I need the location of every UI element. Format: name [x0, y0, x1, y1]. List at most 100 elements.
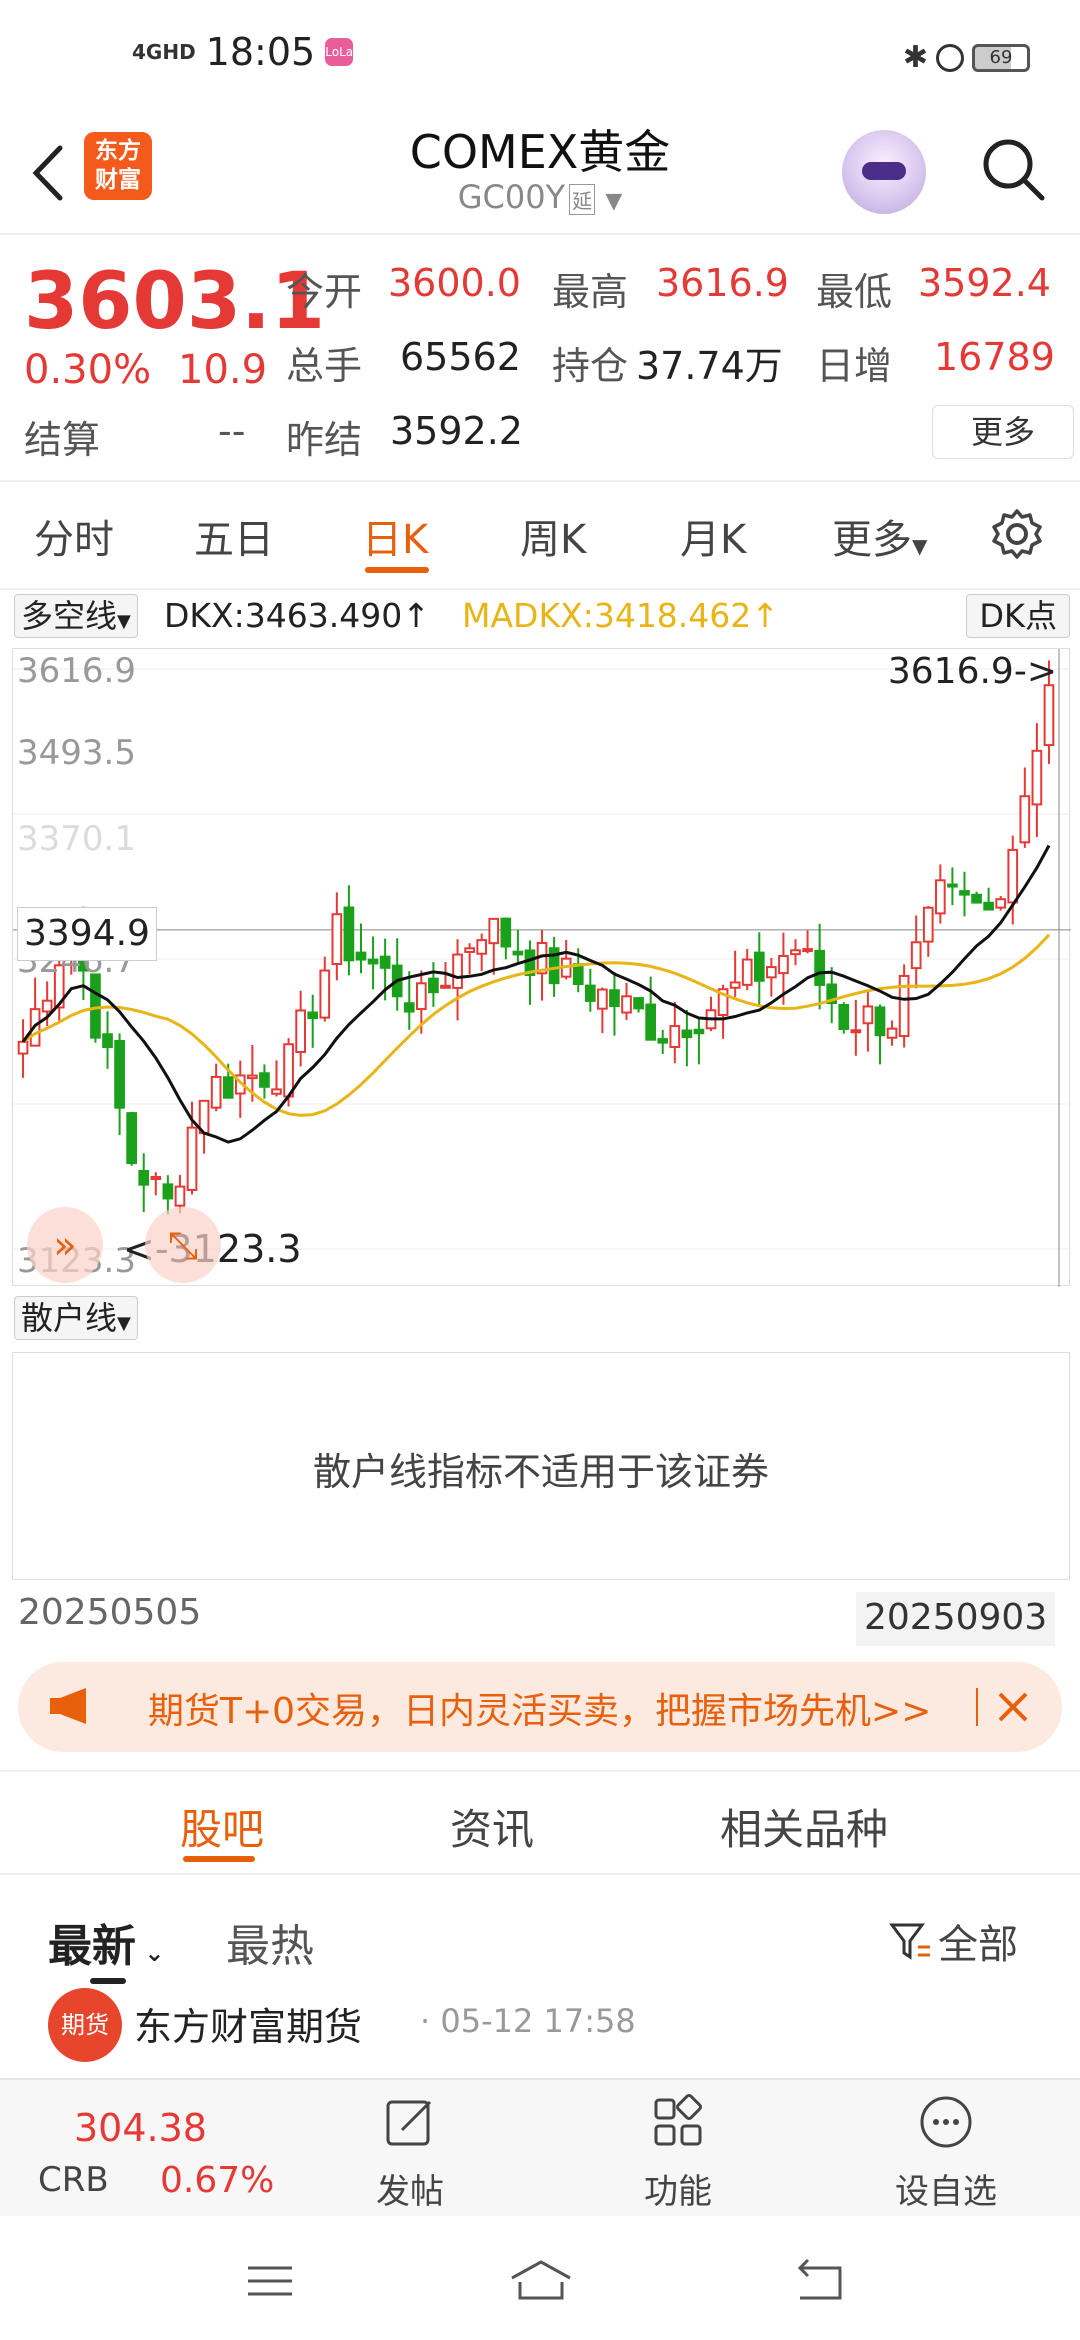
menu-icon[interactable] — [240, 2256, 300, 2306]
promo-banner[interactable]: 期货T+0交易，日内灵活买卖，把握市场先机>> — [18, 1662, 1062, 1752]
candle-body — [995, 898, 1007, 909]
bottom-toolbar: 304.38 CRB 0.67% 发帖 功能 设自选 — [0, 2078, 1080, 2216]
more-quote-button[interactable]: 更多 — [932, 405, 1074, 459]
candle-body — [657, 1038, 669, 1044]
candle-body — [440, 984, 451, 989]
kline-chart[interactable]: 3616.9 3493.5 3370.1 3246.7 3123.3 3394.… — [12, 648, 1071, 1287]
filter-label: 全部 — [938, 1922, 1018, 1968]
expand-double-arrow-icon[interactable]: » — [27, 1207, 103, 1283]
tab-weekly-k[interactable]: 周K — [520, 507, 586, 565]
prev-settle-value: 3592.2 — [390, 409, 523, 453]
megaphone-icon — [50, 1688, 86, 1724]
candle-body — [814, 949, 825, 986]
tab-more-label: 更多 — [832, 517, 912, 563]
status-bar: 4GHD 18:05 LoLa ✱ 69 — [0, 0, 1080, 110]
start-date: 20250505 — [18, 1592, 202, 1633]
candle-body — [259, 1072, 270, 1088]
author-avatar[interactable]: 期货 — [48, 1988, 122, 2062]
oi-label: 持仓 — [552, 344, 629, 388]
candle-body — [138, 1169, 150, 1186]
tab-five-day[interactable]: 五日 — [194, 507, 274, 565]
y-axis-label: 3616.9 — [17, 651, 136, 691]
sort-hot[interactable]: 最热 — [226, 1910, 314, 1974]
watchlist-button-label: 设自选 — [895, 2172, 997, 2212]
oi-value: 37.74万 — [636, 344, 783, 388]
battery-icon: 69 — [972, 43, 1030, 72]
more-dots-icon — [920, 2096, 972, 2148]
madkx-line — [22, 933, 1051, 1117]
candle-body — [222, 1076, 234, 1099]
retail-line-selector[interactable]: 散户线▼ — [14, 1296, 138, 1340]
back-nav-icon[interactable] — [790, 2256, 850, 2306]
crosshair-price-label: 3394.9 — [17, 907, 157, 961]
candle-body — [307, 1011, 319, 1020]
post-button-label: 发帖 — [376, 2172, 444, 2212]
candle-body — [150, 1175, 162, 1181]
candle-body — [102, 1033, 113, 1049]
volume-value: 65562 — [400, 335, 521, 379]
indicator-selector[interactable]: 多空线▼ — [14, 594, 138, 638]
tab-monthly-k[interactable]: 月K — [680, 507, 746, 565]
candle-body — [778, 954, 789, 975]
dk-point-button[interactable]: DK点 — [966, 594, 1070, 638]
contract-code-text: GC00Y — [457, 178, 566, 216]
candle-body — [452, 953, 463, 989]
candle-body — [693, 1028, 705, 1035]
author-name[interactable]: 东方财富期货 — [134, 1996, 362, 2051]
candle-body — [729, 981, 741, 989]
settle-value: -- — [218, 409, 246, 453]
candle-body — [947, 883, 958, 888]
candle-body — [126, 1112, 138, 1165]
madkx-value: MADKX:3418.462↑ — [462, 596, 779, 635]
post-item[interactable]: 期货 东方财富期货 · 05-12 17:58 — [0, 1968, 1080, 2078]
function-button[interactable]: 功能 — [608, 2094, 748, 2213]
tab-related[interactable]: 相关品种 — [720, 1796, 888, 1857]
candle-body — [572, 963, 584, 985]
last-price: 3603.1 — [24, 257, 325, 347]
caret-down-icon: ▼ — [117, 1313, 131, 1334]
candle-body — [862, 1005, 874, 1025]
post-button[interactable]: 发帖 — [340, 2094, 480, 2213]
home-icon[interactable] — [506, 2256, 576, 2306]
close-icon[interactable] — [988, 1682, 1038, 1732]
gear-icon[interactable] — [990, 507, 1044, 561]
daily-inc-value: 16789 — [934, 335, 1055, 379]
candle-body — [1043, 684, 1055, 747]
indicator-row: 多空线▼ DKX:3463.490↑ MADKX:3418.462↑ DK点 — [14, 594, 1070, 644]
tab-timeshare[interactable]: 分时 — [34, 507, 114, 565]
tab-daily-k[interactable]: 日K — [362, 507, 428, 565]
open-value: 3600.0 — [388, 261, 521, 305]
delay-badge: 延 — [569, 183, 596, 215]
fullscreen-icon[interactable]: ⤡ — [145, 1207, 221, 1283]
candle-body — [343, 906, 355, 962]
candle-body — [766, 966, 777, 979]
candle-body — [90, 973, 101, 1039]
chevron-down-icon: ⌄ — [136, 1939, 165, 1967]
status-time: 18:05 — [205, 30, 316, 74]
end-date: 20250903 — [856, 1592, 1056, 1646]
tab-more[interactable]: 更多▼ — [832, 507, 927, 565]
retail-selector-label: 散户线 — [21, 1299, 118, 1337]
search-icon[interactable] — [978, 134, 1048, 204]
system-nav-bar — [0, 2216, 1080, 2340]
candle-body — [247, 1074, 258, 1080]
tab-news[interactable]: 资讯 — [450, 1796, 534, 1857]
candle-body — [874, 1006, 886, 1037]
bluetooth-icon: ✱ — [902, 40, 928, 75]
sort-latest[interactable]: 最新 ⌄ — [48, 1910, 164, 1974]
daily-inc-label: 日增 — [816, 344, 893, 388]
candle-body — [597, 988, 608, 1010]
candle-body — [753, 951, 765, 982]
add-watchlist-button[interactable]: 设自选 — [876, 2094, 1016, 2213]
candle-body — [645, 1003, 657, 1041]
assistant-avatar[interactable] — [842, 130, 926, 214]
quote-panel: 3603.1 0.30% 10.9 结算 -- 今开 3600.0 最高 361… — [0, 237, 1080, 482]
candle-body — [512, 950, 524, 956]
candle-body — [934, 879, 946, 915]
candle-body — [17, 1040, 29, 1055]
edit-icon — [386, 2100, 432, 2146]
candle-body — [1019, 795, 1031, 844]
candle-body — [271, 1088, 282, 1095]
tab-guba[interactable]: 股吧 — [180, 1796, 264, 1857]
filter-button[interactable]: 全部 — [888, 1912, 1018, 1970]
